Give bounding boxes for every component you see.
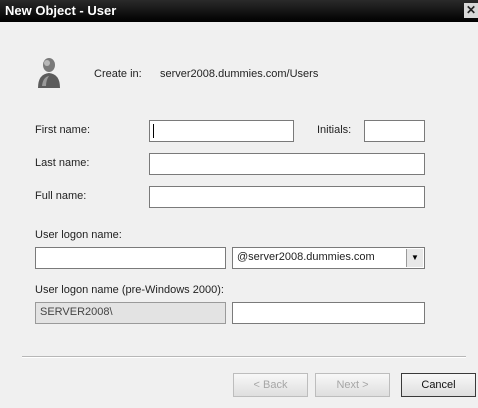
domain-select[interactable]: @server2008.dummies.com ▼	[232, 247, 425, 269]
full-name-label: Full name:	[35, 190, 87, 202]
user-logon-name-label: User logon name:	[35, 229, 122, 241]
cancel-button[interactable]: Cancel	[401, 373, 476, 397]
full-name-field[interactable]	[149, 186, 425, 208]
next-button[interactable]: Next >	[315, 373, 390, 397]
back-button[interactable]: < Back	[233, 373, 308, 397]
initials-label: Initials:	[317, 124, 352, 136]
user-logon-name-field[interactable]	[35, 247, 226, 269]
first-name-label: First name:	[35, 124, 91, 136]
create-in-label: Create in:	[94, 68, 142, 80]
last-name-field[interactable]	[149, 153, 425, 175]
button-divider	[22, 356, 466, 358]
pre-windows-domain-field: SERVER2008\	[35, 302, 226, 324]
domain-selected-value: @server2008.dummies.com	[237, 251, 375, 263]
window-title: New Object - User	[5, 3, 117, 18]
new-object-user-dialog: New Object - User ✕ Create in: server200…	[0, 0, 478, 408]
text-caret	[153, 124, 154, 138]
last-name-label: Last name:	[35, 157, 90, 169]
pre-windows-logon-label: User logon name (pre-Windows 2000):	[35, 284, 224, 296]
initials-field[interactable]	[364, 120, 425, 142]
pre-windows-logon-field[interactable]	[232, 302, 425, 324]
title-bar[interactable]: New Object - User ✕	[0, 0, 478, 22]
chevron-down-icon[interactable]: ▼	[406, 249, 423, 267]
close-icon[interactable]: ✕	[464, 3, 478, 18]
user-icon	[38, 58, 60, 88]
first-name-field[interactable]	[149, 120, 294, 142]
create-in-path: server2008.dummies.com/Users	[160, 68, 319, 80]
